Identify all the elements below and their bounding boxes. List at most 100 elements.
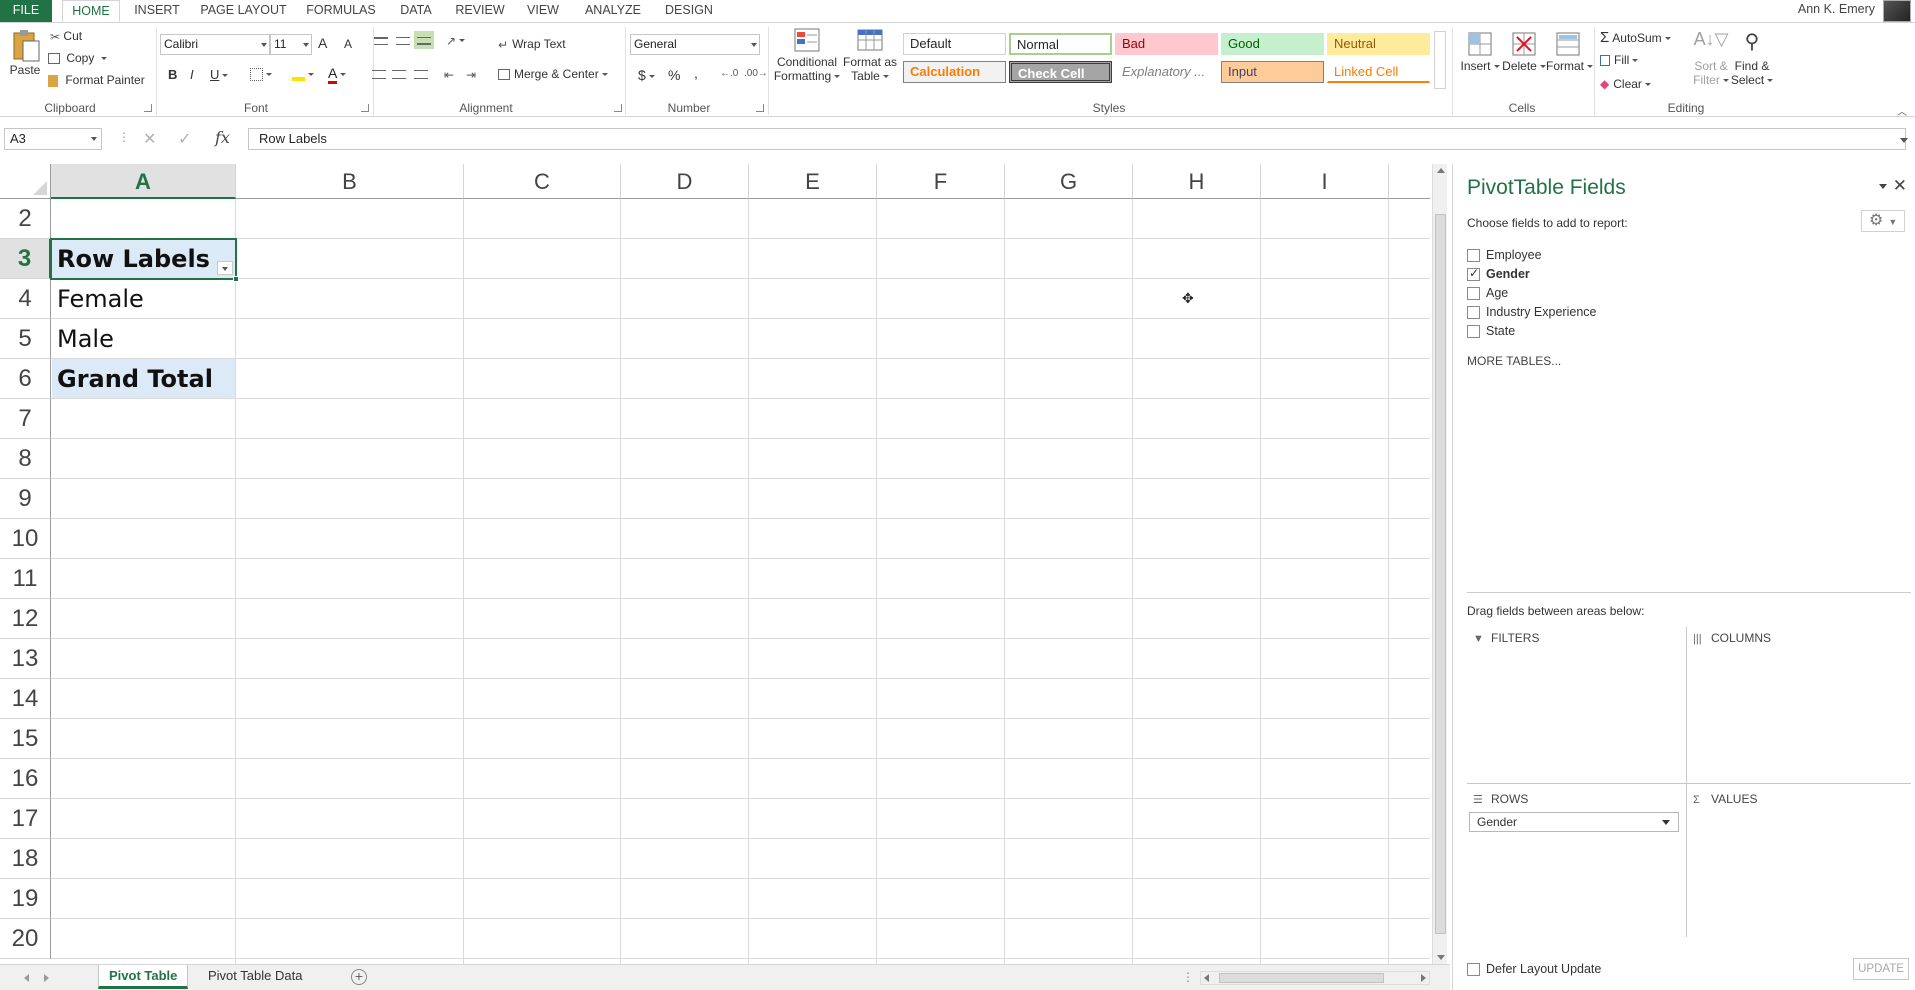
increase-indent-button[interactable]: ⇥	[466, 67, 476, 82]
defer-layout-update[interactable]: Defer Layout Update	[1467, 962, 1601, 977]
prev-sheet-icon[interactable]	[24, 974, 29, 982]
column-header-b[interactable]: B	[236, 164, 464, 199]
style-good[interactable]: Good	[1221, 33, 1324, 55]
percent-button[interactable]: %	[668, 67, 680, 83]
tab-view[interactable]: VIEW	[520, 0, 566, 22]
decrease-decimal-button[interactable]: .00→	[744, 68, 768, 79]
name-box[interactable]: A3	[4, 128, 102, 150]
style-input[interactable]: Input	[1221, 61, 1324, 83]
scroll-up-arrow-icon[interactable]	[1437, 168, 1445, 173]
row-header-3[interactable]: 3	[0, 239, 51, 279]
borders-button[interactable]	[250, 67, 272, 82]
column-header-g[interactable]: G	[1005, 164, 1133, 199]
fill-button[interactable]: Fill	[1600, 53, 1638, 67]
align-right-button[interactable]	[414, 67, 428, 81]
column-header-j[interactable]	[1389, 164, 1430, 199]
align-middle-button[interactable]	[396, 33, 410, 47]
row-header-15[interactable]: 15	[0, 719, 51, 759]
style-normal[interactable]: Normal	[1009, 33, 1112, 55]
currency-button[interactable]: $	[638, 67, 655, 83]
row-header-12[interactable]: 12	[0, 599, 51, 639]
underline-button[interactable]: U	[210, 67, 228, 82]
row-header-2[interactable]: 2	[0, 199, 51, 239]
more-tables-link[interactable]: MORE TABLES...	[1467, 354, 1561, 368]
shrink-font-button[interactable]: A	[344, 37, 352, 51]
scroll-thumb[interactable]	[1435, 214, 1446, 934]
bold-button[interactable]: B	[168, 67, 177, 82]
user-name[interactable]: Ann K. Emery	[1798, 2, 1875, 16]
align-center-button[interactable]	[392, 67, 406, 81]
cell-a6[interactable]: Grand Total	[52, 359, 235, 398]
column-header-i[interactable]: I	[1261, 164, 1389, 199]
field-employee[interactable]: Employee	[1467, 248, 1542, 263]
row-header-19[interactable]: 19	[0, 879, 51, 919]
formula-input[interactable]: Row Labels	[248, 128, 1906, 150]
field-industry-experience[interactable]: Industry Experience	[1467, 305, 1596, 320]
align-bottom-button[interactable]	[414, 31, 434, 49]
find-select-button[interactable]: ⚲ Find & Select	[1730, 29, 1774, 87]
italic-button[interactable]: I	[190, 67, 194, 82]
row-header-14[interactable]: 14	[0, 679, 51, 719]
number-dialog-launcher[interactable]	[756, 104, 764, 112]
font-size-combo[interactable]: 11	[270, 34, 312, 55]
cancel-icon[interactable]: ✕	[143, 129, 156, 149]
style-explanatory[interactable]: Explanatory ...	[1115, 61, 1218, 83]
format-cells-button[interactable]: Format	[1546, 29, 1590, 73]
row-header-4[interactable]: 4	[0, 279, 51, 319]
align-left-button[interactable]	[372, 67, 386, 81]
field-gender[interactable]: Gender	[1467, 266, 1530, 282]
sort-filter-button[interactable]: A↓▽ Sort & Filter	[1690, 29, 1732, 87]
rows-field-gender[interactable]: Gender	[1469, 812, 1679, 832]
row-header-17[interactable]: 17	[0, 799, 51, 839]
cell-a5[interactable]: Male	[52, 319, 235, 358]
cut-button[interactable]: ✂ Cut	[50, 29, 82, 44]
style-linked-cell[interactable]: Linked Cell	[1327, 61, 1430, 83]
conditional-formatting-button[interactable]: Conditional Formatting	[772, 27, 842, 83]
row-header-7[interactable]: 7	[0, 399, 51, 439]
column-header-c[interactable]: C	[464, 164, 621, 199]
comma-button[interactable]: ,	[694, 65, 698, 81]
tab-data[interactable]: DATA	[392, 0, 440, 22]
field-checkbox[interactable]	[1467, 306, 1480, 320]
gear-icon[interactable]: ⚙ ▼	[1861, 210, 1905, 232]
worksheet-grid[interactable]: A B C D E F G H I 2 3 4 5 6 7 8 9 10 11 …	[0, 164, 1430, 964]
row-header-6[interactable]: 6	[0, 359, 51, 399]
horizontal-scrollbar[interactable]	[1200, 971, 1430, 985]
field-checkbox[interactable]	[1467, 287, 1480, 301]
sheet-tab-pivot-table-data[interactable]: Pivot Table Data	[198, 965, 312, 989]
row-header-9[interactable]: 9	[0, 479, 51, 519]
field-checkbox[interactable]	[1467, 325, 1480, 339]
clear-button[interactable]: ◆ Clear	[1600, 77, 1651, 91]
row-header-11[interactable]: 11	[0, 559, 51, 599]
sheet-tab-pivot-table[interactable]: Pivot Table	[98, 965, 189, 989]
font-name-combo[interactable]: Calibri	[160, 34, 270, 55]
autosum-button[interactable]: Σ AutoSum	[1600, 29, 1671, 46]
row-header-13[interactable]: 13	[0, 639, 51, 679]
scroll-left-arrow-icon[interactable]	[1204, 974, 1209, 982]
update-button[interactable]: UPDATE	[1853, 958, 1909, 980]
row-header-18[interactable]: 18	[0, 839, 51, 879]
tab-design[interactable]: DESIGN	[660, 0, 718, 22]
column-header-h[interactable]: H	[1133, 164, 1261, 199]
column-header-a[interactable]: A	[51, 164, 236, 199]
format-as-table-button[interactable]: Format as Table	[842, 27, 898, 83]
pane-options-icon[interactable]	[1879, 184, 1887, 189]
collapse-ribbon-button[interactable]: ︿	[1897, 103, 1907, 118]
avatar[interactable]	[1883, 0, 1911, 22]
style-default[interactable]: Default	[903, 33, 1006, 55]
close-icon[interactable]: ✕	[1893, 176, 1907, 196]
styles-gallery-scroll[interactable]	[1434, 31, 1446, 89]
format-painter-button[interactable]: Format Painter	[48, 73, 145, 87]
style-check-cell[interactable]: Check Cell	[1009, 61, 1112, 83]
defer-checkbox[interactable]	[1467, 963, 1480, 977]
column-header-f[interactable]: F	[877, 164, 1005, 199]
tab-analyze[interactable]: ANALYZE	[578, 0, 648, 22]
fill-color-button[interactable]	[292, 67, 314, 82]
scroll-down-arrow-icon[interactable]	[1437, 955, 1445, 960]
merge-center-button[interactable]: Merge & Center	[498, 67, 608, 81]
increase-decimal-button[interactable]: ←.0	[720, 68, 738, 79]
number-format-combo[interactable]: General	[630, 34, 760, 55]
tab-page-layout[interactable]: PAGE LAYOUT	[196, 0, 291, 22]
row-header-10[interactable]: 10	[0, 519, 51, 559]
column-header-e[interactable]: E	[749, 164, 877, 199]
